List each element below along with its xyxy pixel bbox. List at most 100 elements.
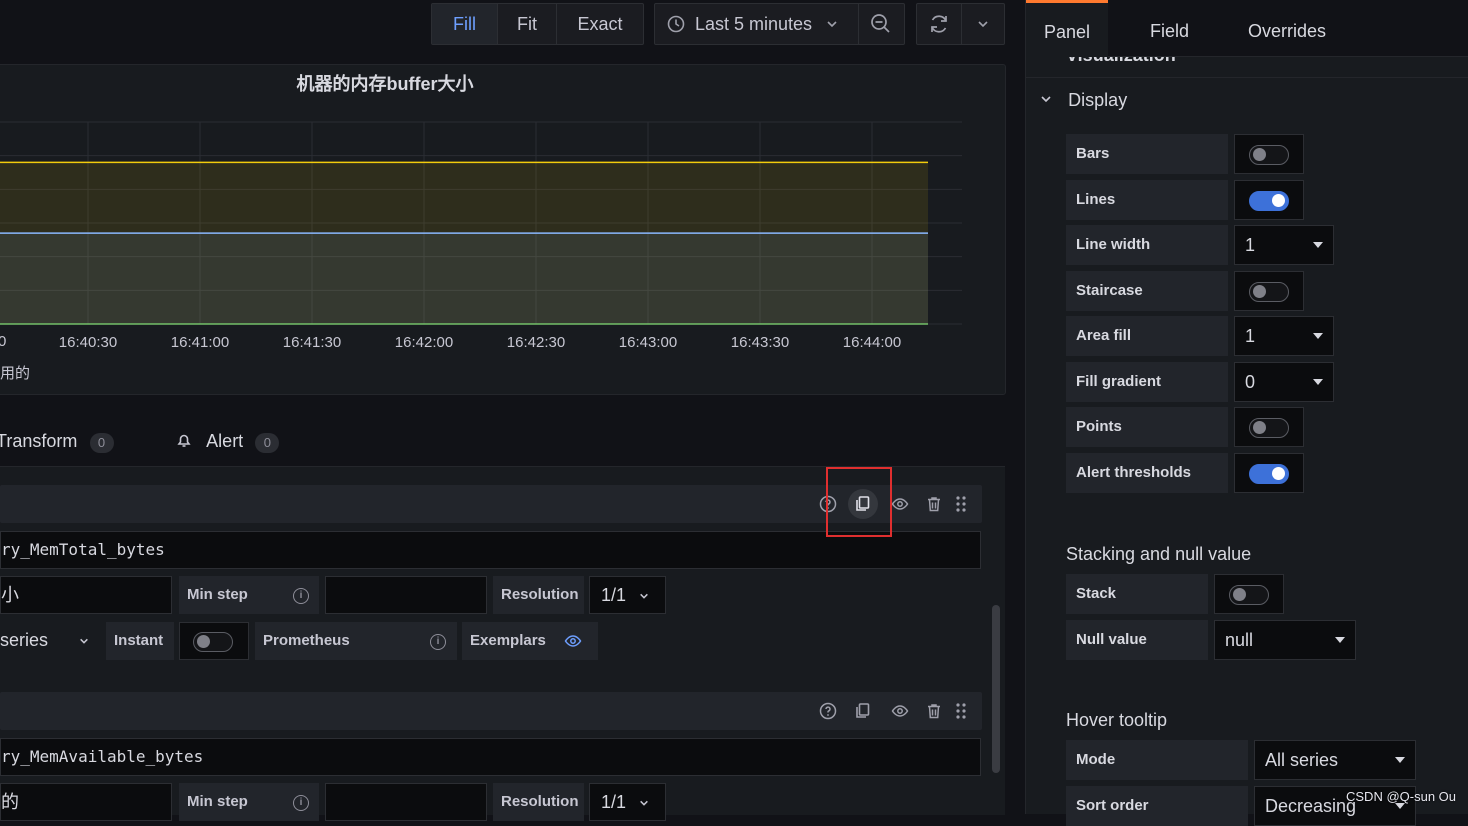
points-label: Points: [1066, 407, 1228, 447]
panel-title: 机器的内存buffer大小: [296, 74, 474, 94]
time-range-group: Last 5 minutes: [654, 3, 905, 45]
points-toggle[interactable]: [1249, 418, 1289, 438]
format-value: series: [0, 630, 49, 650]
tab-field[interactable]: Field: [1150, 0, 1189, 56]
tooltip-mode-value: All series: [1265, 750, 1339, 770]
instant-toggle[interactable]: [193, 632, 233, 652]
query-help-button[interactable]: [816, 699, 840, 723]
zoom-out-icon: [871, 14, 890, 33]
eye-icon: [564, 635, 582, 647]
legend-item[interactable]: 用的: [0, 362, 30, 383]
fill-gradient-select[interactable]: 0: [1234, 362, 1334, 402]
null-value-select[interactable]: null: [1214, 620, 1356, 660]
zoom-exact-button[interactable]: Exact: [557, 4, 643, 44]
query-expression-input[interactable]: ry_MemAvailable_bytes: [0, 738, 981, 776]
line-width-select[interactable]: 1: [1234, 225, 1334, 265]
eye-icon: [891, 498, 909, 510]
tooltip-section-title: Hover tooltip: [1066, 710, 1168, 730]
series-area: [0, 233, 928, 324]
x-tick-label: 16:43:00: [619, 334, 677, 351]
copy-icon: [856, 703, 870, 718]
clipped-section-label: Visualization: [1066, 57, 1176, 66]
area-fill-select[interactable]: 1: [1234, 316, 1334, 356]
drag-handle[interactable]: [949, 699, 973, 723]
delete-query-button[interactable]: [922, 699, 946, 723]
staircase-label: Staircase: [1066, 271, 1228, 311]
area-fill-label: Area fill: [1066, 316, 1228, 356]
area-fill-value: 1: [1245, 326, 1256, 346]
time-range-picker[interactable]: Last 5 minutes: [655, 4, 859, 44]
stacking-section-title: Stacking and null value: [1066, 544, 1252, 564]
caret-down-icon: [1335, 637, 1345, 643]
exemplars-toggle[interactable]: [561, 629, 585, 653]
caret-down-icon: [1313, 379, 1323, 385]
instant-label: Instant: [106, 622, 174, 660]
clock-icon: [667, 15, 685, 33]
zoom-fit-button[interactable]: Fit: [498, 4, 557, 44]
stack-label: Stack: [1066, 574, 1208, 614]
legend-format-input[interactable]: 小: [0, 576, 172, 614]
time-range-label: Last 5 minutes: [695, 13, 813, 34]
trash-icon: [928, 704, 940, 719]
resolution-label: Resolution: [493, 576, 584, 614]
x-tick-label: 16:42:00: [395, 334, 453, 351]
refresh-button[interactable]: [917, 4, 962, 44]
tab-overrides[interactable]: Overrides: [1248, 0, 1326, 56]
staircase-toggle[interactable]: [1249, 282, 1289, 302]
tooltip-mode-label: Mode: [1066, 740, 1248, 780]
legend-format-input[interactable]: 的: [0, 783, 172, 821]
eye-icon: [891, 705, 909, 717]
fill-gradient-value: 0: [1245, 372, 1256, 392]
x-tick-label: 16:40:30: [59, 334, 117, 351]
min-step-input[interactable]: [325, 576, 487, 614]
alert-thresholds-toggle[interactable]: [1249, 464, 1289, 484]
min-step-input[interactable]: [325, 783, 487, 821]
toggle-query-visibility-button[interactable]: [888, 699, 912, 723]
min-step-label-text: Min step: [187, 793, 248, 810]
caret-down-icon: [1395, 757, 1405, 763]
exemplars-label-text: Exemplars: [470, 632, 546, 649]
x-tick-label: 16:41:30: [283, 334, 341, 351]
drag-handle-icon: [956, 703, 966, 719]
watermark: CSDN @Q-sun Ou: [1346, 789, 1456, 804]
format-select[interactable]: series: [0, 622, 104, 660]
zoom-out-button[interactable]: [859, 4, 903, 44]
tab-alert-label: Alert: [206, 431, 244, 451]
resolution-value: 1/1: [601, 585, 627, 605]
delete-query-button[interactable]: [922, 492, 946, 516]
stack-toggle[interactable]: [1229, 585, 1269, 605]
trash-icon: [928, 497, 940, 512]
clipped-section-header: Visualization: [1026, 57, 1468, 78]
scrollbar[interactable]: [992, 605, 1000, 773]
x-tick-label: 16:42:30: [507, 334, 565, 351]
transform-count-badge: 0: [89, 433, 114, 453]
zoom-mode-group: Fill Fit Exact: [431, 3, 644, 45]
x-axis-clipped-label: 0: [0, 333, 7, 350]
refresh-interval-dropdown[interactable]: [962, 4, 1004, 44]
display-title: Display: [1068, 90, 1128, 110]
zoom-fill-button[interactable]: Fill: [432, 4, 498, 44]
resolution-label: Resolution: [493, 783, 584, 821]
bars-label: Bars: [1066, 134, 1228, 174]
display-section-header[interactable]: Display: [1040, 90, 1127, 111]
options-pane: Panel Field Overrides Visualization Disp…: [1025, 0, 1468, 826]
line-width-value: 1: [1245, 235, 1256, 255]
tab-transform-label: Transform: [0, 431, 78, 451]
duplicate-query-button[interactable]: [851, 699, 875, 723]
resolution-select[interactable]: 1/1: [589, 783, 666, 821]
bars-toggle[interactable]: [1249, 145, 1289, 165]
tab-alert[interactable]: Alert 0: [176, 431, 280, 453]
info-icon: i: [293, 795, 309, 811]
drag-handle[interactable]: [949, 492, 973, 516]
tab-transform[interactable]: Transform 0: [0, 431, 114, 453]
chevron-down-icon: [827, 21, 837, 28]
query-row-header: [0, 692, 982, 730]
tab-panel[interactable]: Panel: [1026, 0, 1108, 59]
resolution-select[interactable]: 1/1: [589, 576, 666, 614]
resolution-value: 1/1: [601, 792, 627, 812]
lines-toggle[interactable]: [1249, 191, 1289, 211]
info-icon: i: [293, 588, 309, 604]
tooltip-mode-select[interactable]: All series: [1254, 740, 1416, 780]
chevron-down-icon: [1041, 96, 1051, 103]
query-type-text: Prometheus: [263, 632, 350, 649]
